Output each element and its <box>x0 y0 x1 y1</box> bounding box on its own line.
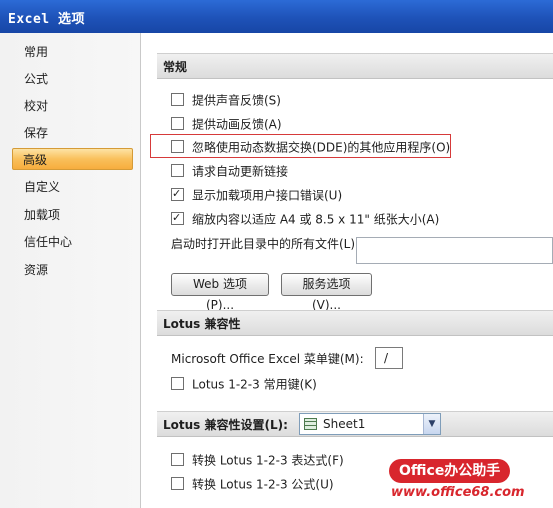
option-ignore-dde[interactable]: 忽略使用动态数据交换(DDE)的其他应用程序(O) <box>171 138 450 156</box>
startup-folder-input[interactable] <box>356 237 553 264</box>
startup-folder-label: 启动时打开此目录中的所有文件(L): <box>171 237 360 251</box>
title-bar: Excel 选项 <box>0 0 553 33</box>
sidebar-item-advanced[interactable]: 高级 <box>12 148 133 170</box>
sheet-icon <box>304 418 317 430</box>
checkbox-checked[interactable] <box>171 185 184 203</box>
option-transition-formula-eval[interactable]: 转换 Lotus 1-2-3 表达式(F) <box>171 451 344 469</box>
options-content: 常规 提供声音反馈(S) 提供动画反馈(A) 忽略使用动态数据交换(DDE)的其… <box>141 33 553 508</box>
option-animation-feedback[interactable]: 提供动画反馈(A) <box>171 115 282 133</box>
checkbox[interactable] <box>171 117 184 130</box>
sidebar-item-resources[interactable]: 资源 <box>14 259 129 281</box>
option-sound-feedback[interactable]: 提供声音反馈(S) <box>171 91 281 109</box>
sidebar-item-proofing[interactable]: 校对 <box>14 95 129 117</box>
sidebar-item-popular[interactable]: 常用 <box>14 41 129 63</box>
option-lotus-nav-keys[interactable]: Lotus 1-2-3 常用键(K) <box>171 375 317 393</box>
watermark-logo: Office办公助手 <box>389 459 511 483</box>
checkbox[interactable] <box>171 164 184 177</box>
sidebar-item-formulas[interactable]: 公式 <box>14 68 129 90</box>
watermark: Office办公助手 www.office68.com <box>389 459 553 508</box>
checkbox[interactable] <box>171 453 184 466</box>
sheet-select[interactable]: Sheet1 ▼ <box>299 413 441 435</box>
web-options-button[interactable]: Web 选项(P)... <box>171 273 269 312</box>
sidebar-item-trust-center[interactable]: 信任中心 <box>14 231 129 253</box>
option-transition-formula-entry[interactable]: 转换 Lotus 1-2-3 公式(U) <box>171 475 334 493</box>
section-header-lotus: Lotus 兼容性 <box>157 310 553 336</box>
section-header-general: 常规 <box>157 53 553 79</box>
menu-key-input[interactable]: / <box>375 347 403 369</box>
checkbox[interactable] <box>171 477 184 490</box>
option-addin-ui-errors[interactable]: 显示加载项用户接口错误(U) <box>171 185 342 204</box>
sidebar-item-addins[interactable]: 加载项 <box>14 204 129 226</box>
menu-key-label: Microsoft Office Excel 菜单键(M): <box>171 352 364 366</box>
window-title: Excel 选项 <box>8 12 85 27</box>
sidebar-item-save[interactable]: 保存 <box>14 122 129 144</box>
chevron-down-icon[interactable]: ▼ <box>423 414 440 434</box>
option-auto-update-links[interactable]: 请求自动更新链接 <box>171 162 288 180</box>
sidebar-item-customize[interactable]: 自定义 <box>14 176 129 198</box>
checkbox[interactable] <box>171 377 184 390</box>
checkbox[interactable] <box>171 140 184 153</box>
options-sidebar: 常用 公式 校对 保存 高级 自定义 加载项 信任中心 资源 <box>0 33 141 508</box>
checkbox[interactable] <box>171 93 184 106</box>
watermark-url: www.office68.com <box>391 485 525 500</box>
service-options-button[interactable]: 服务选项(V)... <box>281 273 372 312</box>
checkbox-checked[interactable] <box>171 209 184 227</box>
option-scale-a4[interactable]: 缩放内容以适应 A4 或 8.5 x 11" 纸张大小(A) <box>171 209 439 228</box>
